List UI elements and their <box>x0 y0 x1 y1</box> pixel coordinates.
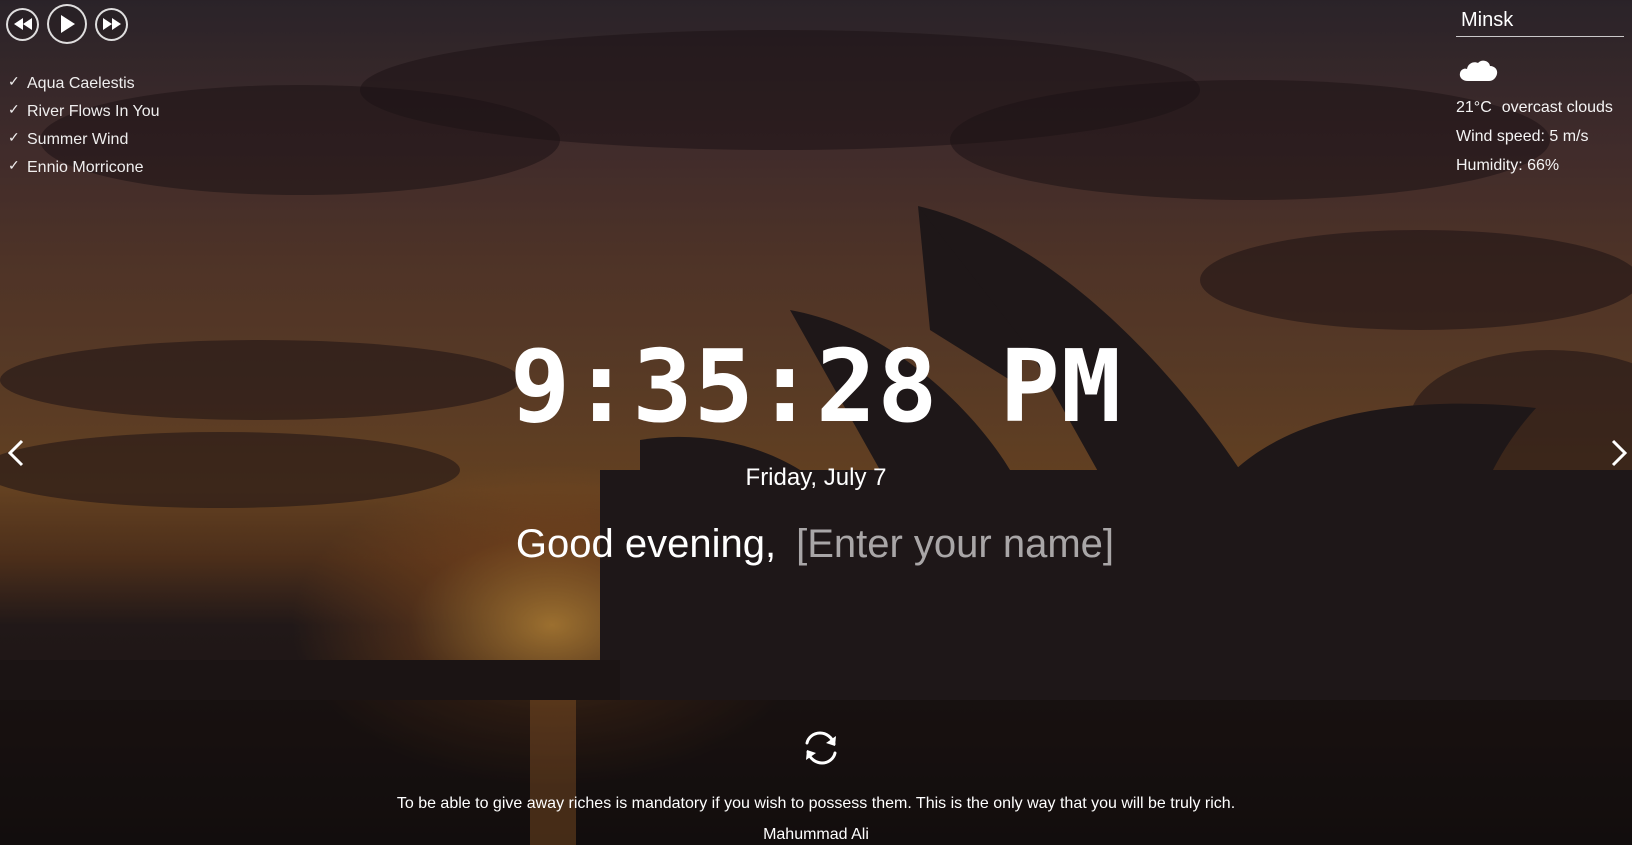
check-icon: ✓ <box>8 128 20 145</box>
chevron-right-icon <box>1611 439 1628 467</box>
check-icon: ✓ <box>8 72 20 89</box>
next-background-button[interactable] <box>1603 437 1632 469</box>
quote-text: To be able to give away riches is mandat… <box>396 795 1236 812</box>
quote-author: Mahummad Ali <box>763 826 869 843</box>
city-input[interactable] <box>1456 0 1624 37</box>
play-button[interactable] <box>47 4 87 44</box>
humidity: Humidity: 66% <box>1456 157 1560 174</box>
name-input[interactable] <box>796 522 1117 567</box>
temperature: 21°C <box>1456 99 1492 116</box>
check-icon: ✓ <box>8 156 20 173</box>
chevron-left-icon <box>7 439 24 467</box>
fast-forward-icon <box>102 18 121 30</box>
track-title: Ennio Morricone <box>27 159 144 176</box>
clock-time: 9:35:28 PM <box>509 328 1123 445</box>
check-icon: ✓ <box>8 100 20 117</box>
prev-track-button[interactable] <box>6 7 39 41</box>
weather-summary: 21°C overcast clouds <box>1456 99 1628 119</box>
track-title: Summer Wind <box>27 131 129 148</box>
play-icon <box>61 15 75 33</box>
refresh-icon <box>805 731 837 765</box>
playlist-item[interactable]: ✓ Summer Wind <box>8 126 160 154</box>
playlist-item[interactable]: ✓ Aqua Caelestis <box>8 70 160 98</box>
track-title: Aqua Caelestis <box>27 75 135 92</box>
greeting-text: Good evening, <box>515 522 777 566</box>
weather-description: overcast clouds <box>1501 99 1613 116</box>
wind-speed: Wind speed: 5 m/s <box>1456 128 1589 145</box>
playlist-item[interactable]: ✓ Ennio Morricone <box>8 154 160 182</box>
playlist-item[interactable]: ✓ River Flows In You <box>8 98 160 126</box>
rewind-icon <box>13 18 32 30</box>
playlist: ✓ Aqua Caelestis ✓ River Flows In You ✓ … <box>8 70 160 182</box>
track-title: River Flows In You <box>27 103 160 120</box>
current-date: Friday, July 7 <box>745 464 887 491</box>
weather-widget: 21°C overcast clouds Wind speed: 5 m/s Hu… <box>1456 0 1628 177</box>
refresh-quote-button[interactable] <box>803 730 839 766</box>
greeting-row: Good evening, <box>0 522 1632 567</box>
cloud-icon <box>1459 60 1498 81</box>
next-track-button[interactable] <box>95 7 128 41</box>
prev-background-button[interactable] <box>2 437 32 469</box>
audio-player <box>6 4 128 44</box>
